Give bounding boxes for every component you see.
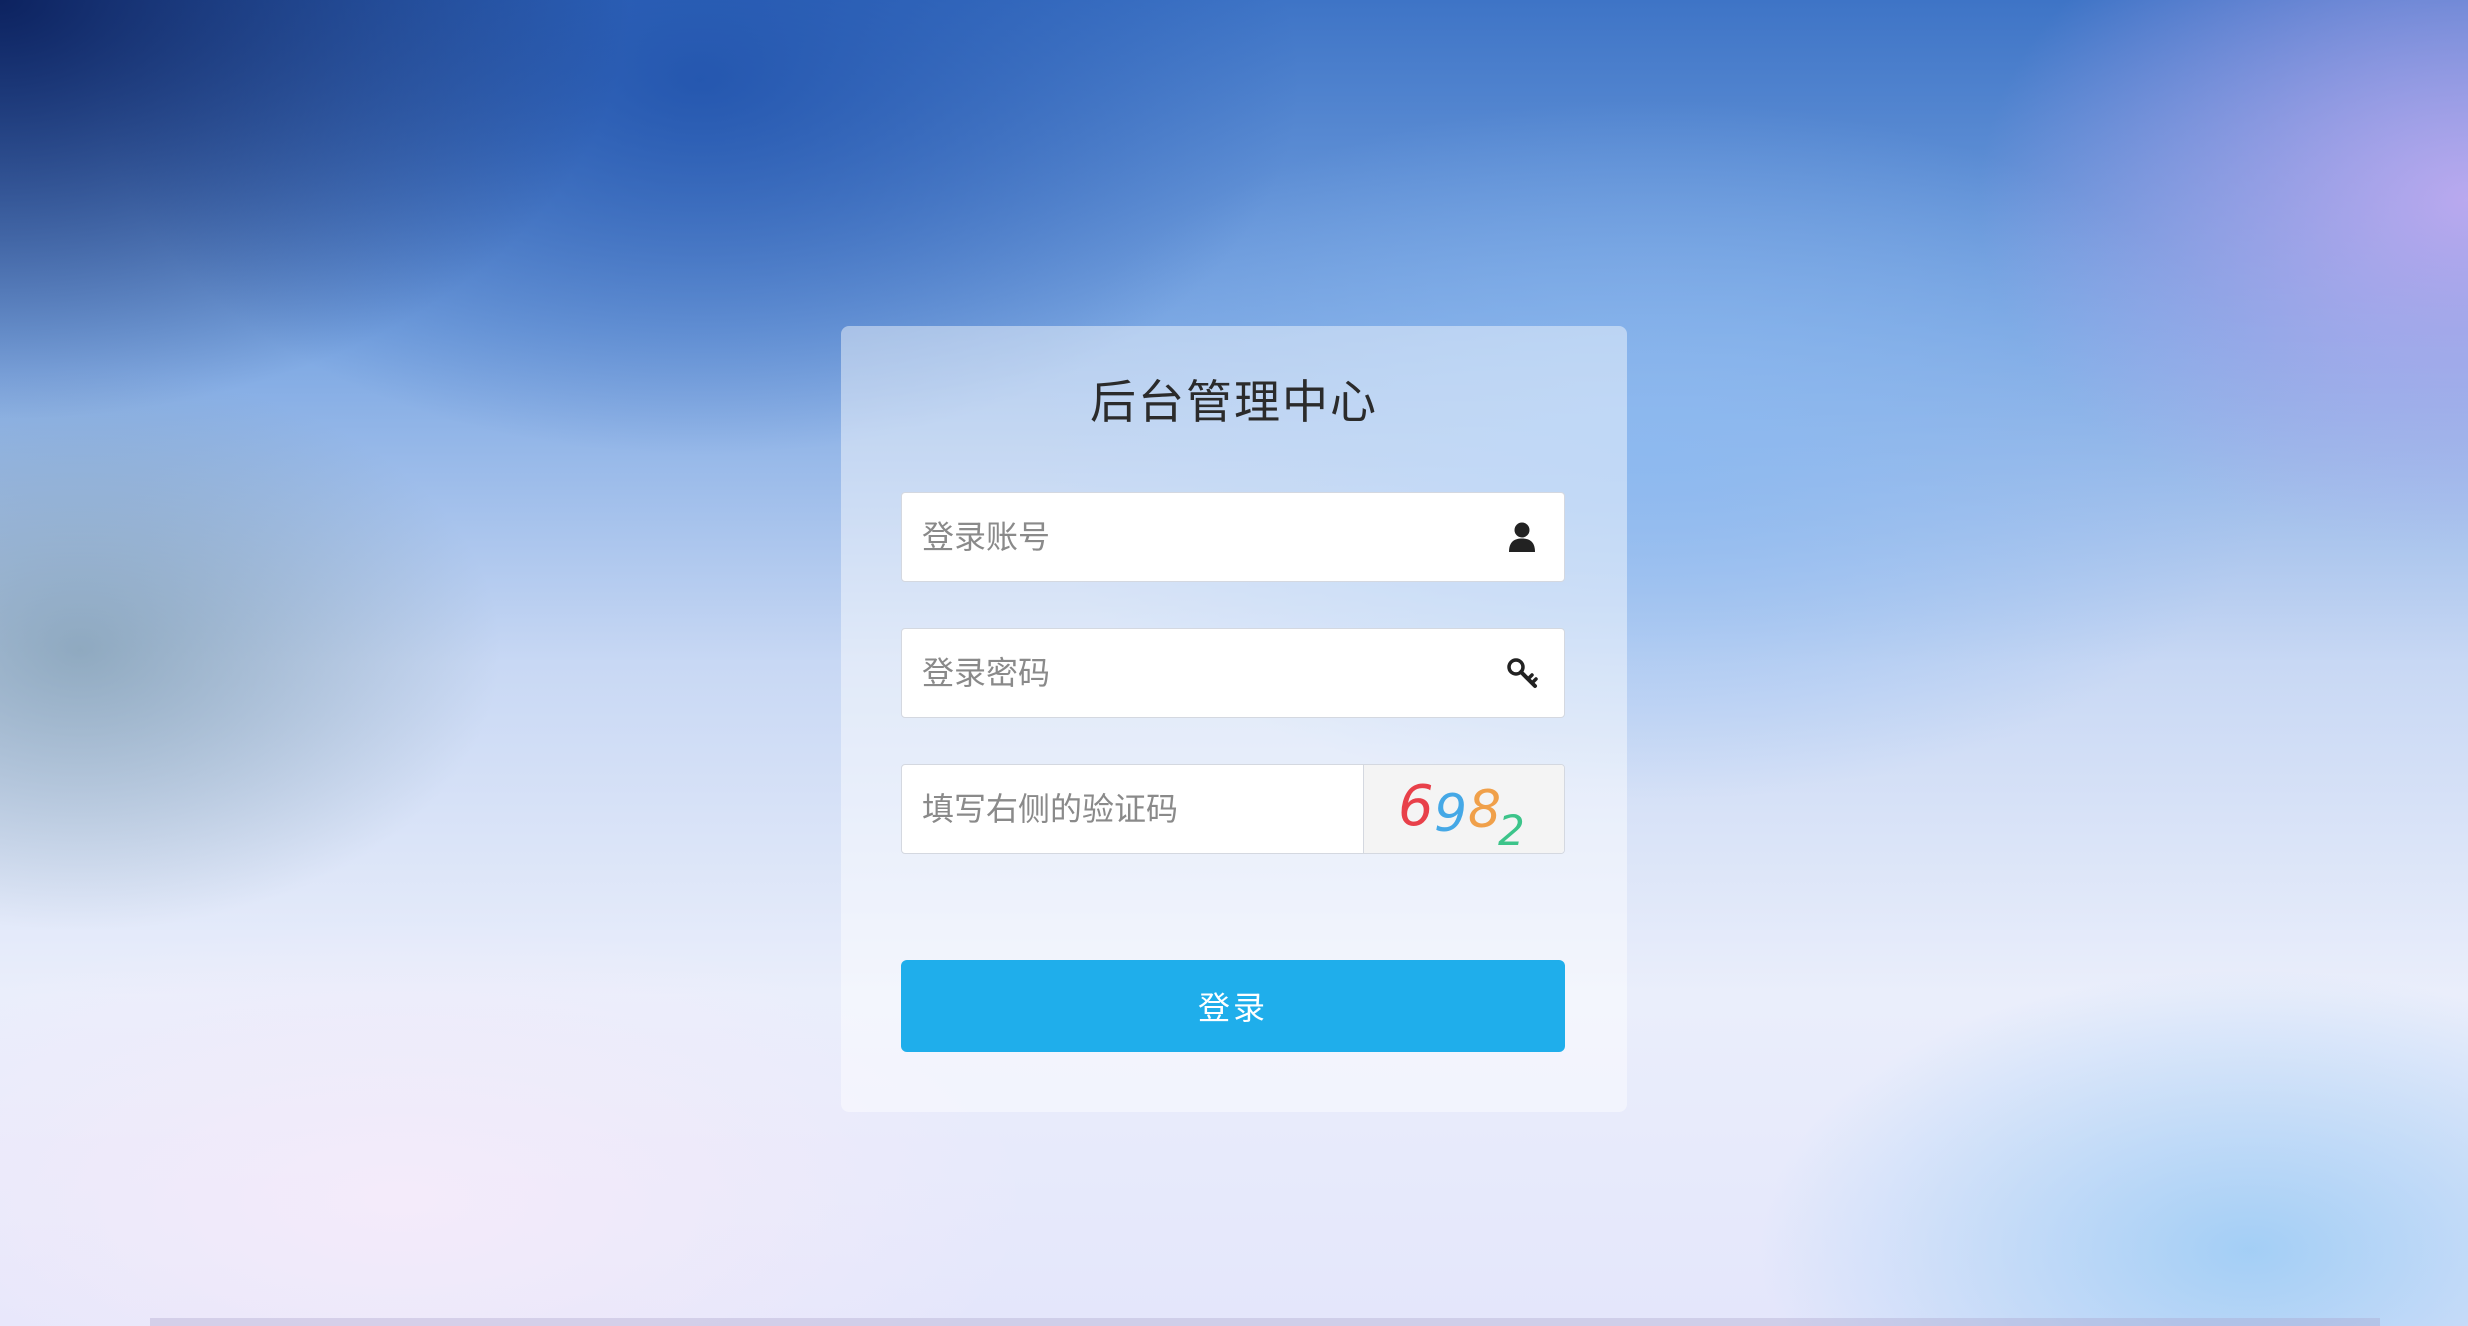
bottom-strip (150, 1318, 2380, 1326)
page-title: 后台管理中心 (1090, 375, 1378, 429)
captcha-digit-4: 2 (1498, 806, 1525, 853)
captcha-digit-1: 6 (1398, 774, 1434, 839)
password-field (901, 628, 1565, 718)
key-icon (1504, 655, 1540, 691)
captcha-image[interactable]: 6 9 8 2 (1363, 765, 1564, 853)
captcha-digits: 6 9 8 2 (1398, 774, 1525, 853)
login-card: 后台管理中心 6 9 8 2 (841, 326, 1627, 1112)
captcha-input[interactable] (902, 765, 1362, 853)
captcha-field: 6 9 8 2 (901, 764, 1565, 854)
captcha-digit-2: 9 (1434, 784, 1467, 844)
password-input[interactable] (902, 629, 1462, 717)
login-button[interactable]: 登录 (901, 960, 1565, 1052)
account-field (901, 492, 1565, 582)
account-input[interactable] (902, 493, 1462, 581)
captcha-digit-3: 8 (1468, 780, 1501, 840)
user-icon (1504, 519, 1540, 555)
